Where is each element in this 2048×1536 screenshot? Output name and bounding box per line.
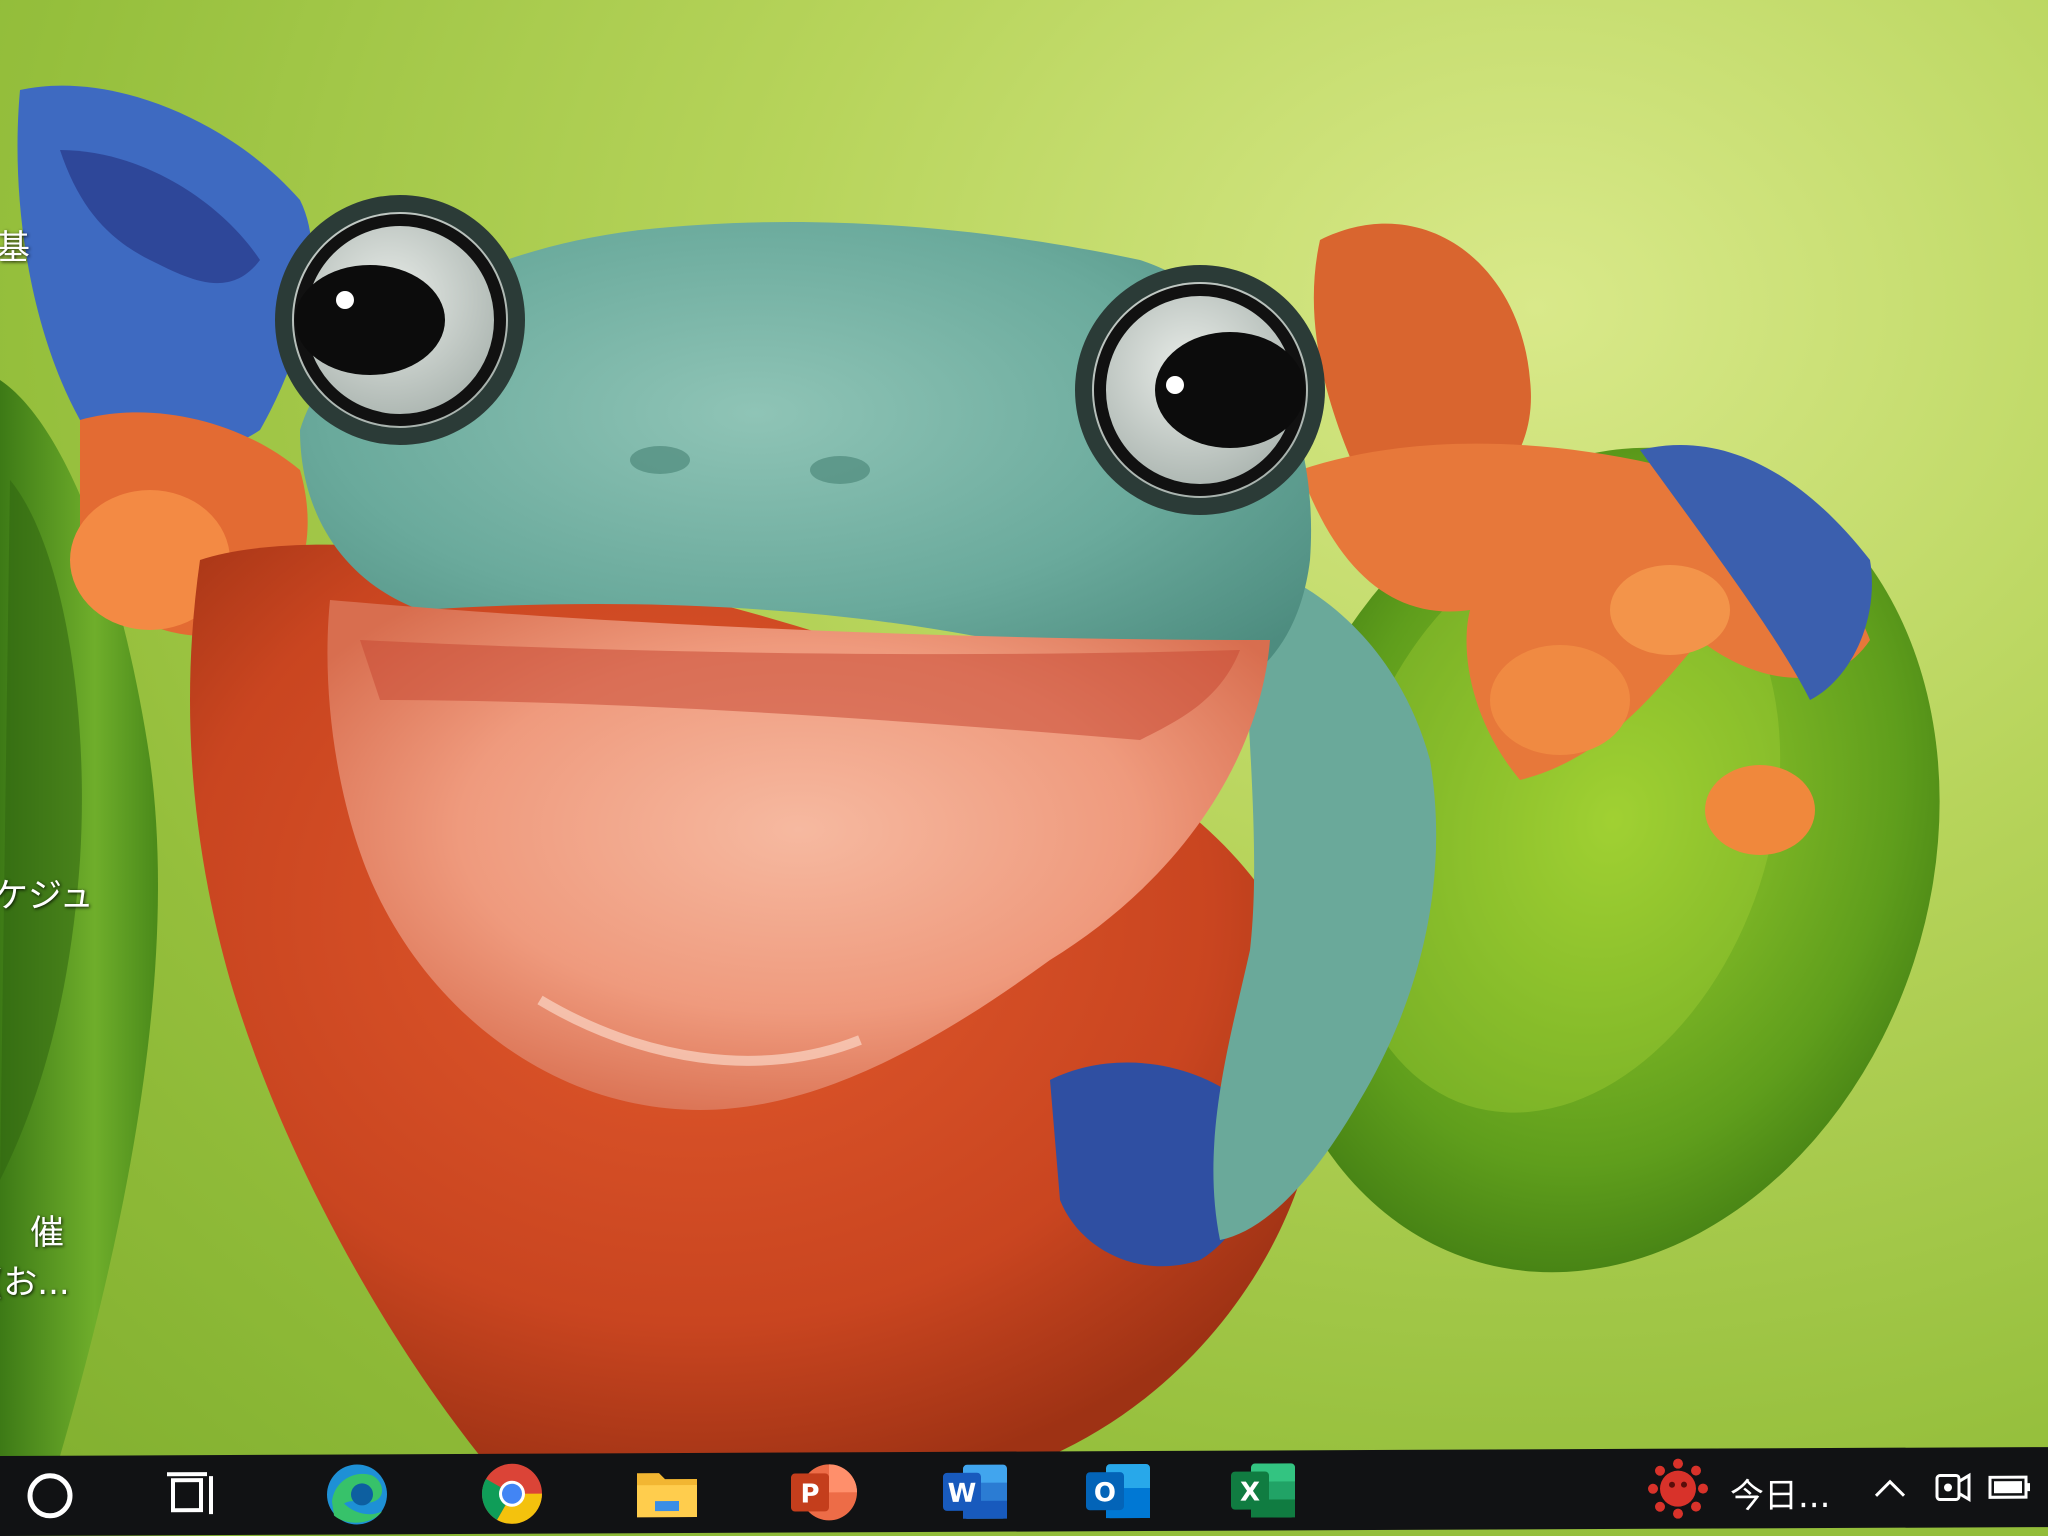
- battery-icon: [1988, 1475, 2030, 1499]
- excel-letter: X: [1240, 1478, 1260, 1508]
- virus-news-icon: [1648, 1458, 1708, 1519]
- word-letter: W: [948, 1479, 977, 1509]
- news-widget-button[interactable]: [1633, 1448, 1723, 1528]
- desktop-icon-label[interactable]: 催: [30, 1205, 64, 1254]
- outlook-icon: O: [1086, 1463, 1150, 1519]
- desktop: 基 ケジュ 催 (お...: [0, 0, 2048, 1536]
- word-icon: W: [943, 1464, 1007, 1519]
- battery-button[interactable]: [1975, 1447, 2045, 1527]
- taskbar-app-file-explorer[interactable]: [622, 1453, 712, 1533]
- powerpoint-letter: P: [800, 1479, 819, 1509]
- desktop-icon-label[interactable]: 基: [0, 220, 30, 269]
- desktop-icon-label[interactable]: ケジュ: [0, 868, 94, 917]
- outlook-letter: O: [1094, 1478, 1116, 1508]
- wallpaper-frog: [0, 85, 1940, 1456]
- task-view-button[interactable]: [150, 1455, 240, 1535]
- chevron-up-icon: [1874, 1479, 1906, 1497]
- search-icon: [27, 1473, 73, 1519]
- search-button[interactable]: [5, 1456, 95, 1536]
- chrome-icon: [482, 1463, 542, 1524]
- taskbar-app-powerpoint[interactable]: P: [778, 1452, 868, 1532]
- taskbar-app-edge[interactable]: [312, 1454, 402, 1534]
- taskbar-app-outlook[interactable]: O: [1073, 1451, 1163, 1531]
- taskbar-app-excel[interactable]: X: [1218, 1450, 1308, 1530]
- excel-icon: X: [1231, 1463, 1295, 1518]
- edge-icon: [327, 1464, 387, 1525]
- taskbar: P W O X 今日...: [0, 1447, 2048, 1536]
- news-widget-text[interactable]: 今日...: [1730, 1468, 1830, 1517]
- task-view-icon: [167, 1472, 213, 1515]
- powerpoint-icon: P: [791, 1464, 857, 1521]
- folder-icon: [637, 1473, 697, 1518]
- desktop-icon-label[interactable]: (お...: [0, 1255, 70, 1304]
- taskbar-app-word[interactable]: W: [930, 1452, 1020, 1532]
- taskbar-app-chrome[interactable]: [467, 1454, 557, 1534]
- meet-now-icon: [1935, 1472, 1971, 1503]
